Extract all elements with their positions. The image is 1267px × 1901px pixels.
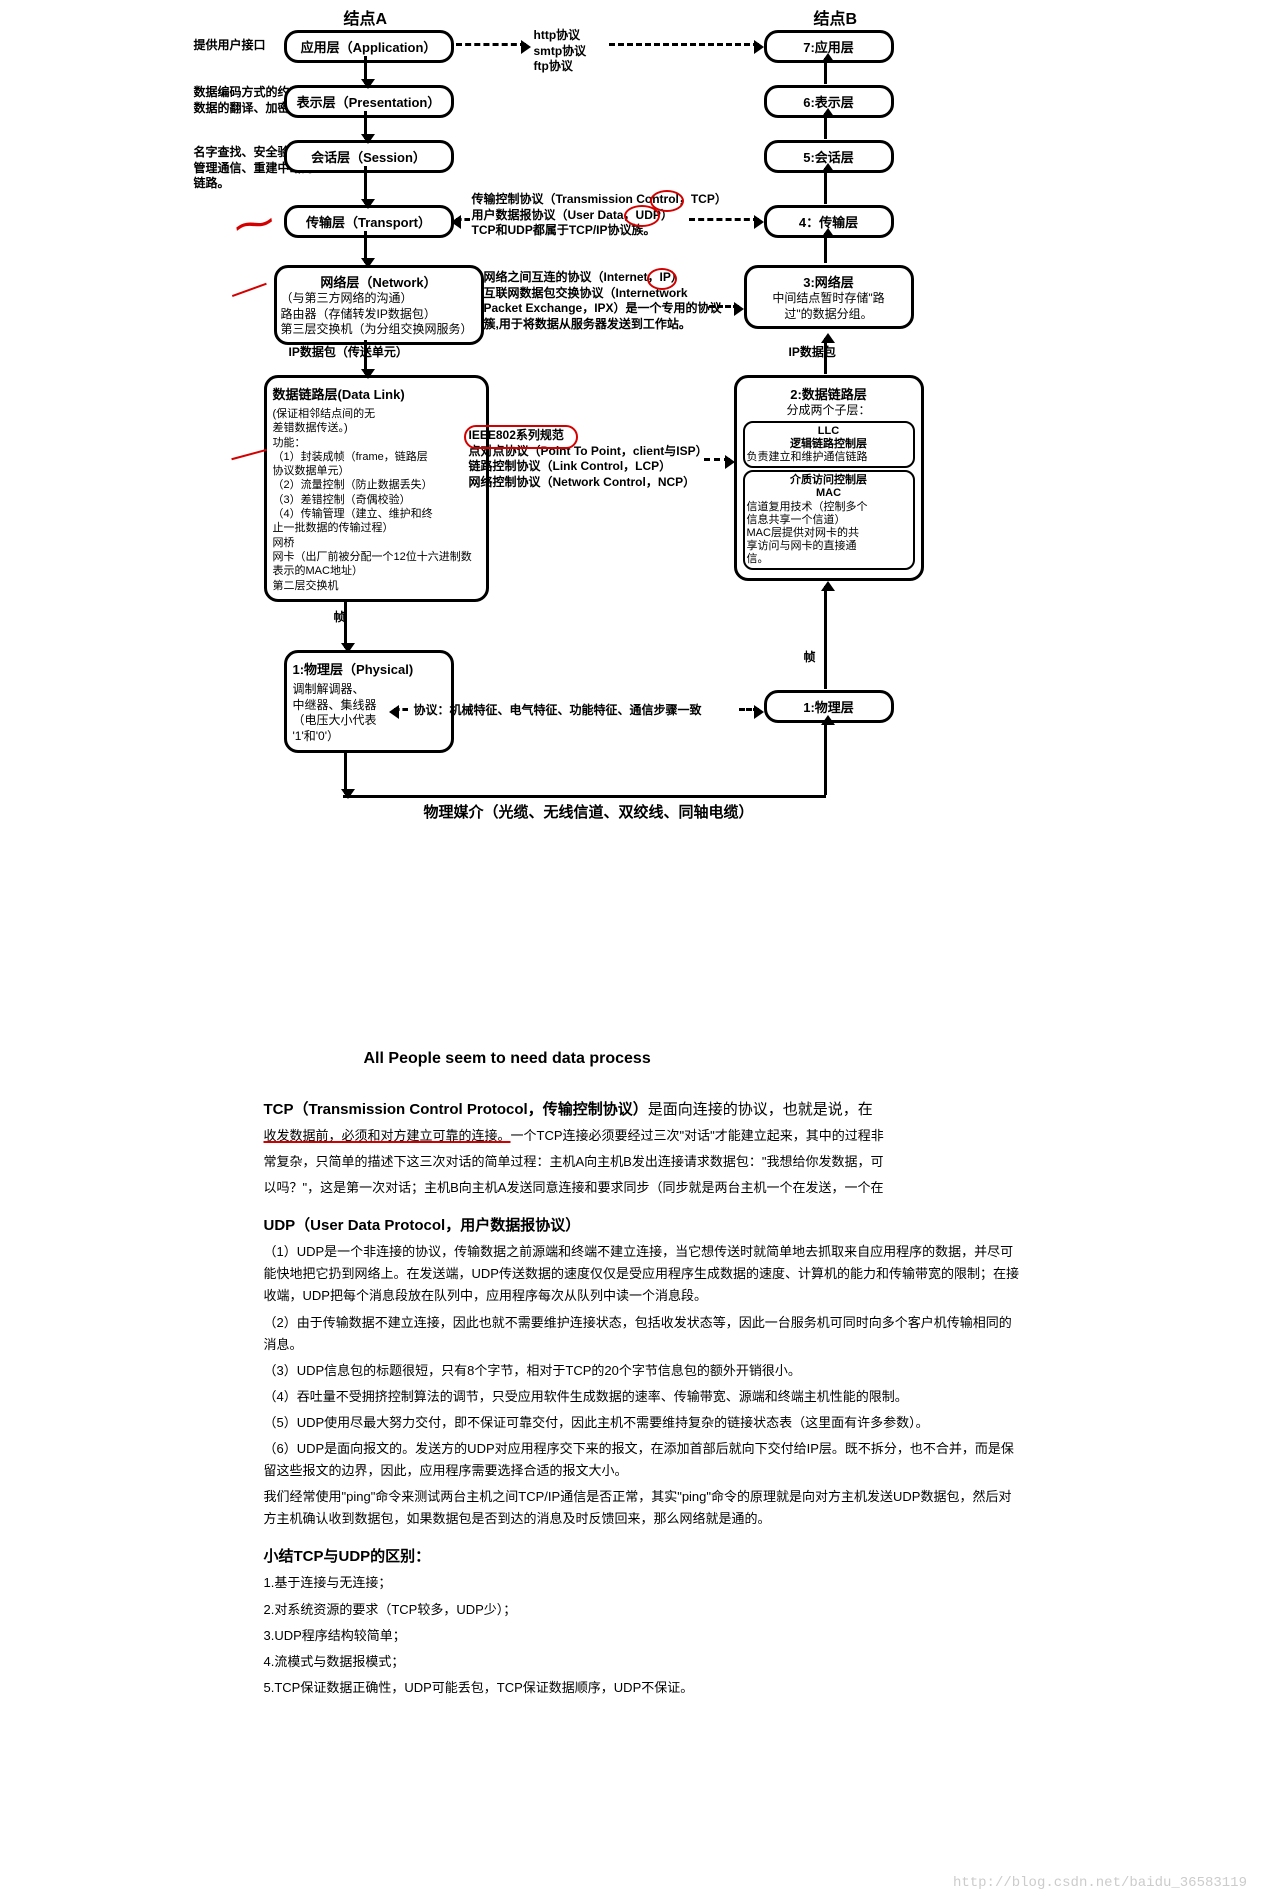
arrow xyxy=(824,720,827,795)
red-mark-1: ⁓ xyxy=(230,197,278,250)
arrow xyxy=(824,113,827,139)
ip-packet-label-a: IP数据包（传送单元） xyxy=(289,345,408,361)
arrow xyxy=(824,586,827,689)
arrow xyxy=(344,752,347,794)
sum-5: 5.TCP保证数据正确性，UDP可能丢包，TCP保证数据顺序，UDP不保证。 xyxy=(264,1677,1024,1699)
udp-p3: （3）UDP信息包的标题很短，只有8个字节，相对于TCP的20个字节信息包的额外… xyxy=(264,1360,1024,1382)
llc-box: LLC 逻辑链路控制层 负责建立和维护通信链路 xyxy=(743,421,915,469)
box-a-app: 应用层（Application） xyxy=(284,30,454,63)
sum-4: 4.流模式与数据报模式； xyxy=(264,1651,1024,1673)
box-b-3: 3:网络层 中间结点暂时存储"路 过"的数据分组。 xyxy=(744,265,914,329)
proto-trans: 传输控制协议（Transmission Control，TCP） 用户数据报协议… xyxy=(472,192,727,239)
frame-label-b: 帧 xyxy=(804,650,816,666)
net-body: （与第三方网络的沟通） 路由器（存储转发IP数据包） 第三层交换机（为分组交换网… xyxy=(281,291,477,338)
physical-media: 物理媒介（光缆、无线信道、双绞线、同轴电缆） xyxy=(424,803,754,823)
l3-title: 3:网络层 xyxy=(751,272,907,291)
udp-heading: UDP（User Data Protocol，用户数据报协议） xyxy=(264,1214,1024,1235)
dash xyxy=(456,218,470,221)
dash xyxy=(704,458,730,461)
l2-title: 2:数据链路层 xyxy=(743,384,915,403)
node-a-header: 结点A xyxy=(344,10,388,31)
arrow xyxy=(824,233,827,263)
mnemonic: All People seem to need data process xyxy=(364,1050,1024,1068)
udp-p6: （6）UDP是面向报文的。发送方的UDP对应用程序交下来的报文，在添加首部后就向… xyxy=(264,1438,1024,1482)
udp-p5: （5）UDP使用尽最大努力交付，即不保证可靠交付，因此主机不需要维持复杂的链接状… xyxy=(264,1412,1024,1434)
tcp-p3: 以吗？"，这是第一次对话；主机B向主机A发送同意连接和要求同步（同步就是两台主机… xyxy=(264,1177,1024,1199)
ip-packet-label-b: IP数据包 xyxy=(789,345,836,361)
dash xyxy=(609,43,759,46)
red-mark-2: | xyxy=(229,277,276,301)
arrow xyxy=(824,338,827,374)
proto-net: 网络之间互连的协议（Internet，IP） 互联网数据包交换协议（Intern… xyxy=(484,270,722,332)
circle-udp xyxy=(624,205,660,227)
circle-ieee802 xyxy=(464,425,578,449)
arrow xyxy=(364,166,367,204)
summary-heading: 小结TCP与UDP的区别： xyxy=(264,1545,1024,1566)
tcp-heading: TCP（Transmission Control Protocol，传输控制协议… xyxy=(264,1098,1024,1119)
box-b-2: 2:数据链路层 分成两个子层： LLC 逻辑链路控制层 负责建立和维护通信链路 … xyxy=(734,375,924,581)
dash xyxy=(689,218,759,221)
dl-body: (保证相邻结点间的无 差错数据传送。) 功能： （1）封装成帧（frame，链路… xyxy=(273,407,480,593)
arrow xyxy=(364,111,367,139)
net-title: 网络层（Network） xyxy=(281,272,477,291)
text-content: All People seem to need data process TCP… xyxy=(264,1050,1024,1699)
watermark: http://blog.csdn.net/baidu_36583119 xyxy=(953,1875,1247,1891)
tcp-p1: 收发数据前，必须和对方建立可靠的连接。一个TCP连接必须要经过三次"对话"才能建… xyxy=(264,1125,1024,1147)
arrow xyxy=(364,231,367,263)
dash xyxy=(394,708,408,711)
box-a-sess: 会话层（Session） xyxy=(284,140,454,173)
sum-3: 3.UDP程序结构较简单； xyxy=(264,1625,1024,1647)
proto-app: http协议 smtp协议 ftp协议 xyxy=(534,28,587,75)
mac-body: 信道复用技术（控制多个 信息共享一个信道） MAC层提供对网卡的共 享访问与网卡… xyxy=(747,501,911,567)
arrow xyxy=(364,56,367,84)
dash xyxy=(709,305,739,308)
proto-phy: 协议：机械特征、电气特征、功能特征、通信步骤一致 xyxy=(414,703,702,719)
box-a-phy: 1:物理层（Physical) 调制解调器、 中继器、集线器 （电压大小代表 '… xyxy=(284,650,454,753)
udp-p4: （4）吞吐量不受拥挤控制算法的调节，只受应用软件生成数据的速率、传输带宽、源端和… xyxy=(264,1386,1024,1408)
osi-diagram: 结点A 结点B 提供用户接口 数据编码方式的约定 数据的翻译、加密、转换 名字查… xyxy=(194,10,1094,1020)
node-b-header: 结点B xyxy=(814,10,858,31)
arrow xyxy=(364,340,367,374)
box-a-net: 网络层（Network） （与第三方网络的沟通） 路由器（存储转发IP数据包） … xyxy=(274,265,484,345)
udp-p1: （1）UDP是一个非连接的协议，传输数据之前源端和终端不建立连接，当它想传送时就… xyxy=(264,1241,1024,1307)
dash xyxy=(739,708,759,711)
sum-1: 1.基于连接与无连接； xyxy=(264,1572,1024,1594)
phy-title: 1:物理层（Physical) xyxy=(293,659,445,678)
mac-title: 介质访问控制层 MAC xyxy=(747,474,911,500)
arrow xyxy=(824,58,827,84)
dash xyxy=(456,43,526,46)
box-a-datalink: 数据链路层(Data Link) (保证相邻结点间的无 差错数据传送。) 功能：… xyxy=(264,375,489,602)
circle-ip xyxy=(647,268,677,290)
l3-body: 中间结点暂时存储"路 过"的数据分组。 xyxy=(751,291,907,322)
media-line xyxy=(343,795,826,798)
tcp-p2: 常复杂，只简单的描述下这三次对话的简单过程：主机A向主机B发出连接请求数据包："… xyxy=(264,1151,1024,1173)
udp-p7: 我们经常使用"ping"命令来测试两台主机之间TCP/IP通信是否正常，其实"p… xyxy=(264,1486,1024,1530)
arrow xyxy=(344,600,347,648)
box-a-pres: 表示层（Presentation） xyxy=(284,85,454,118)
llc-title: LLC 逻辑链路控制层 xyxy=(747,425,911,451)
l2-sub: 分成两个子层： xyxy=(743,403,915,419)
sum-2: 2.对系统资源的要求（TCP较多，UDP少）； xyxy=(264,1599,1024,1621)
llc-body: 负责建立和维护通信链路 xyxy=(747,451,911,464)
dl-title: 数据链路层(Data Link) xyxy=(273,384,480,403)
box-a-trans: 传输层（Transport） xyxy=(284,205,454,238)
udp-p2: （2）由于传输数据不建立连接，因此也就不需要维护连接状态，包括收发状态等，因此一… xyxy=(264,1312,1024,1356)
annot-app: 提供用户接口 xyxy=(194,38,266,54)
mac-box: 介质访问控制层 MAC 信道复用技术（控制多个 信息共享一个信道） MAC层提供… xyxy=(743,470,915,570)
arrow xyxy=(824,168,827,204)
